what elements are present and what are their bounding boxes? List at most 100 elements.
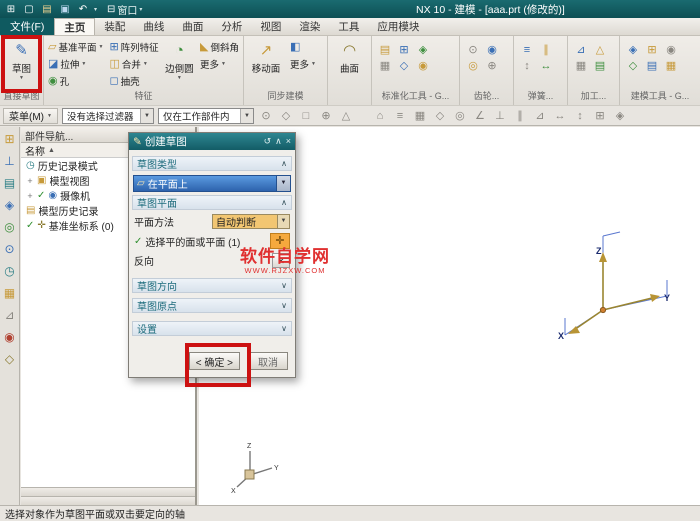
snap-vertex-icon[interactable] [338, 109, 354, 122]
manufacturing-wizard-icon[interactable] [2, 308, 18, 322]
panel-splitter[interactable] [21, 487, 195, 496]
feature-more-button[interactable]: 更多 ▼ [198, 55, 241, 72]
snap-center-icon[interactable] [318, 109, 334, 122]
tool-icon[interactable] [416, 43, 430, 57]
part-navigator-icon[interactable] [2, 176, 18, 190]
constraint-parallel-icon[interactable] [512, 109, 528, 122]
tool-icon[interactable] [664, 43, 678, 57]
settings-section-header[interactable]: 设置 ∨ [132, 321, 292, 336]
sketch-origin-section-header[interactable]: 草图原点 ∨ [132, 298, 292, 313]
move-face-button[interactable]: 移动面 [246, 38, 286, 75]
tab-curve[interactable]: 曲线 [134, 18, 173, 35]
chamfer-button[interactable]: 倒斜角 [198, 38, 241, 55]
snap-point-icon[interactable] [258, 109, 274, 122]
dialog-titlebar[interactable]: 创建草图 ↺ ∧ × [129, 133, 295, 150]
web-browser-icon[interactable] [2, 242, 18, 256]
sync-tool-button[interactable] [288, 38, 318, 55]
tool-icon[interactable] [378, 59, 392, 73]
tool-icon[interactable] [626, 59, 640, 73]
tab-home[interactable]: 主页 [54, 18, 95, 35]
view-home-icon[interactable] [372, 110, 388, 122]
unite-button[interactable]: 合并 ▼ [107, 55, 160, 72]
constraint-navigator-icon[interactable] [2, 154, 18, 168]
process-studio-icon[interactable] [2, 286, 18, 300]
panel-splitter[interactable] [21, 496, 195, 505]
open-file-icon[interactable] [40, 3, 54, 16]
tool-icon[interactable] [645, 43, 659, 57]
render-style-icon[interactable] [612, 109, 628, 122]
tab-render[interactable]: 渲染 [290, 18, 329, 35]
save-icon[interactable] [58, 3, 72, 16]
expand-icon[interactable]: + [26, 176, 34, 186]
sketch-plane-section-header[interactable]: 草图平面 ∧ [132, 195, 292, 210]
pattern-feature-button[interactable]: 阵列特征 [107, 38, 160, 55]
selection-scope-dropdown[interactable]: 仅在工作部件内 ▼ [158, 108, 254, 124]
edge-blend-button[interactable]: 边倒圆 ▼ [163, 38, 196, 81]
new-file-icon[interactable] [22, 3, 36, 16]
tool-icon[interactable] [645, 59, 659, 73]
roles-icon[interactable] [2, 330, 18, 344]
ok-button[interactable]: < 确定 > [189, 352, 240, 370]
constraint-perpendicular-icon[interactable] [492, 109, 508, 122]
qat-customize-icon[interactable]: ▾ [94, 6, 97, 13]
tool-icon[interactable] [520, 43, 534, 57]
tool-icon[interactable] [520, 59, 534, 73]
cancel-button[interactable]: 取消 [248, 352, 288, 370]
checkmark-icon[interactable]: ✓ [37, 190, 45, 201]
tab-analysis[interactable]: 分析 [212, 18, 251, 35]
view-triad[interactable]: Z Y X [228, 437, 280, 495]
tool-icon[interactable] [626, 43, 640, 57]
tool-icon[interactable] [593, 43, 607, 57]
tab-tools[interactable]: 工具 [329, 18, 368, 35]
tool-icon[interactable] [397, 43, 411, 57]
move-vertical-icon[interactable] [572, 110, 588, 122]
expand-icon[interactable]: + [26, 191, 34, 201]
dialog-close-icon[interactable]: × [286, 136, 291, 147]
measure-angle-icon[interactable] [472, 109, 488, 122]
sketch-type-dropdown[interactable]: 在平面上 ▼ [133, 175, 291, 192]
sketch-button[interactable]: 草图 ▼ [2, 38, 41, 81]
tab-surface[interactable]: 曲面 [173, 18, 212, 35]
sketch-type-section-header[interactable]: 草图类型 ∧ [132, 156, 292, 171]
tab-assembly[interactable]: 装配 [95, 18, 134, 35]
shell-button[interactable]: 抽壳 [107, 72, 160, 89]
snap-endpoint-icon[interactable] [298, 110, 314, 122]
sync-more-button[interactable]: 更多 ▼ [288, 55, 318, 72]
tool-icon[interactable] [539, 59, 553, 73]
checkmark-icon[interactable]: ✓ [26, 220, 34, 231]
tool-icon[interactable] [485, 59, 499, 73]
tool-icon[interactable] [466, 43, 480, 57]
datum-csys-triad[interactable]: Z Y X [540, 218, 690, 343]
hd3d-tools-icon[interactable] [2, 220, 18, 234]
grid-icon[interactable] [592, 109, 608, 122]
dialog-reset-icon[interactable]: ↺ [264, 136, 272, 147]
tool-icon[interactable] [574, 59, 588, 73]
constraint-tangent-icon[interactable] [532, 109, 548, 122]
tab-view[interactable]: 视图 [251, 18, 290, 35]
sketch-orientation-section-header[interactable]: 草图方向 ∨ [132, 278, 292, 293]
menu-button[interactable]: 菜单(M) ▼ [3, 108, 58, 124]
view-menu-icon[interactable] [392, 110, 408, 122]
tab-application[interactable]: 应用模块 [368, 18, 428, 35]
tool-icon[interactable] [485, 43, 499, 57]
tool-icon[interactable] [664, 59, 678, 73]
view-wireframe-icon[interactable] [432, 109, 448, 122]
tool-icon[interactable] [416, 59, 430, 73]
tool-icon[interactable] [593, 59, 607, 73]
extrude-button[interactable]: 拉伸 ▼ [46, 55, 105, 72]
move-horizontal-icon[interactable] [552, 110, 568, 122]
reuse-library-icon[interactable] [2, 198, 18, 212]
window-menu[interactable]: 窗口 ▾ [107, 2, 142, 17]
assembly-navigator-icon[interactable] [2, 132, 18, 146]
view-orient-icon[interactable] [452, 109, 468, 122]
surface-button[interactable]: 曲面 [330, 38, 369, 75]
tool-icon[interactable] [378, 43, 392, 57]
tool-icon[interactable] [539, 43, 553, 57]
system-materials-icon[interactable] [2, 352, 18, 366]
snap-midpoint-icon[interactable] [278, 109, 294, 122]
history-icon[interactable] [2, 264, 18, 278]
undo-icon[interactable] [76, 3, 90, 16]
file-menu-button[interactable]: 文件(F) [0, 18, 54, 35]
tool-icon[interactable] [574, 43, 588, 57]
tool-icon[interactable] [397, 59, 411, 73]
